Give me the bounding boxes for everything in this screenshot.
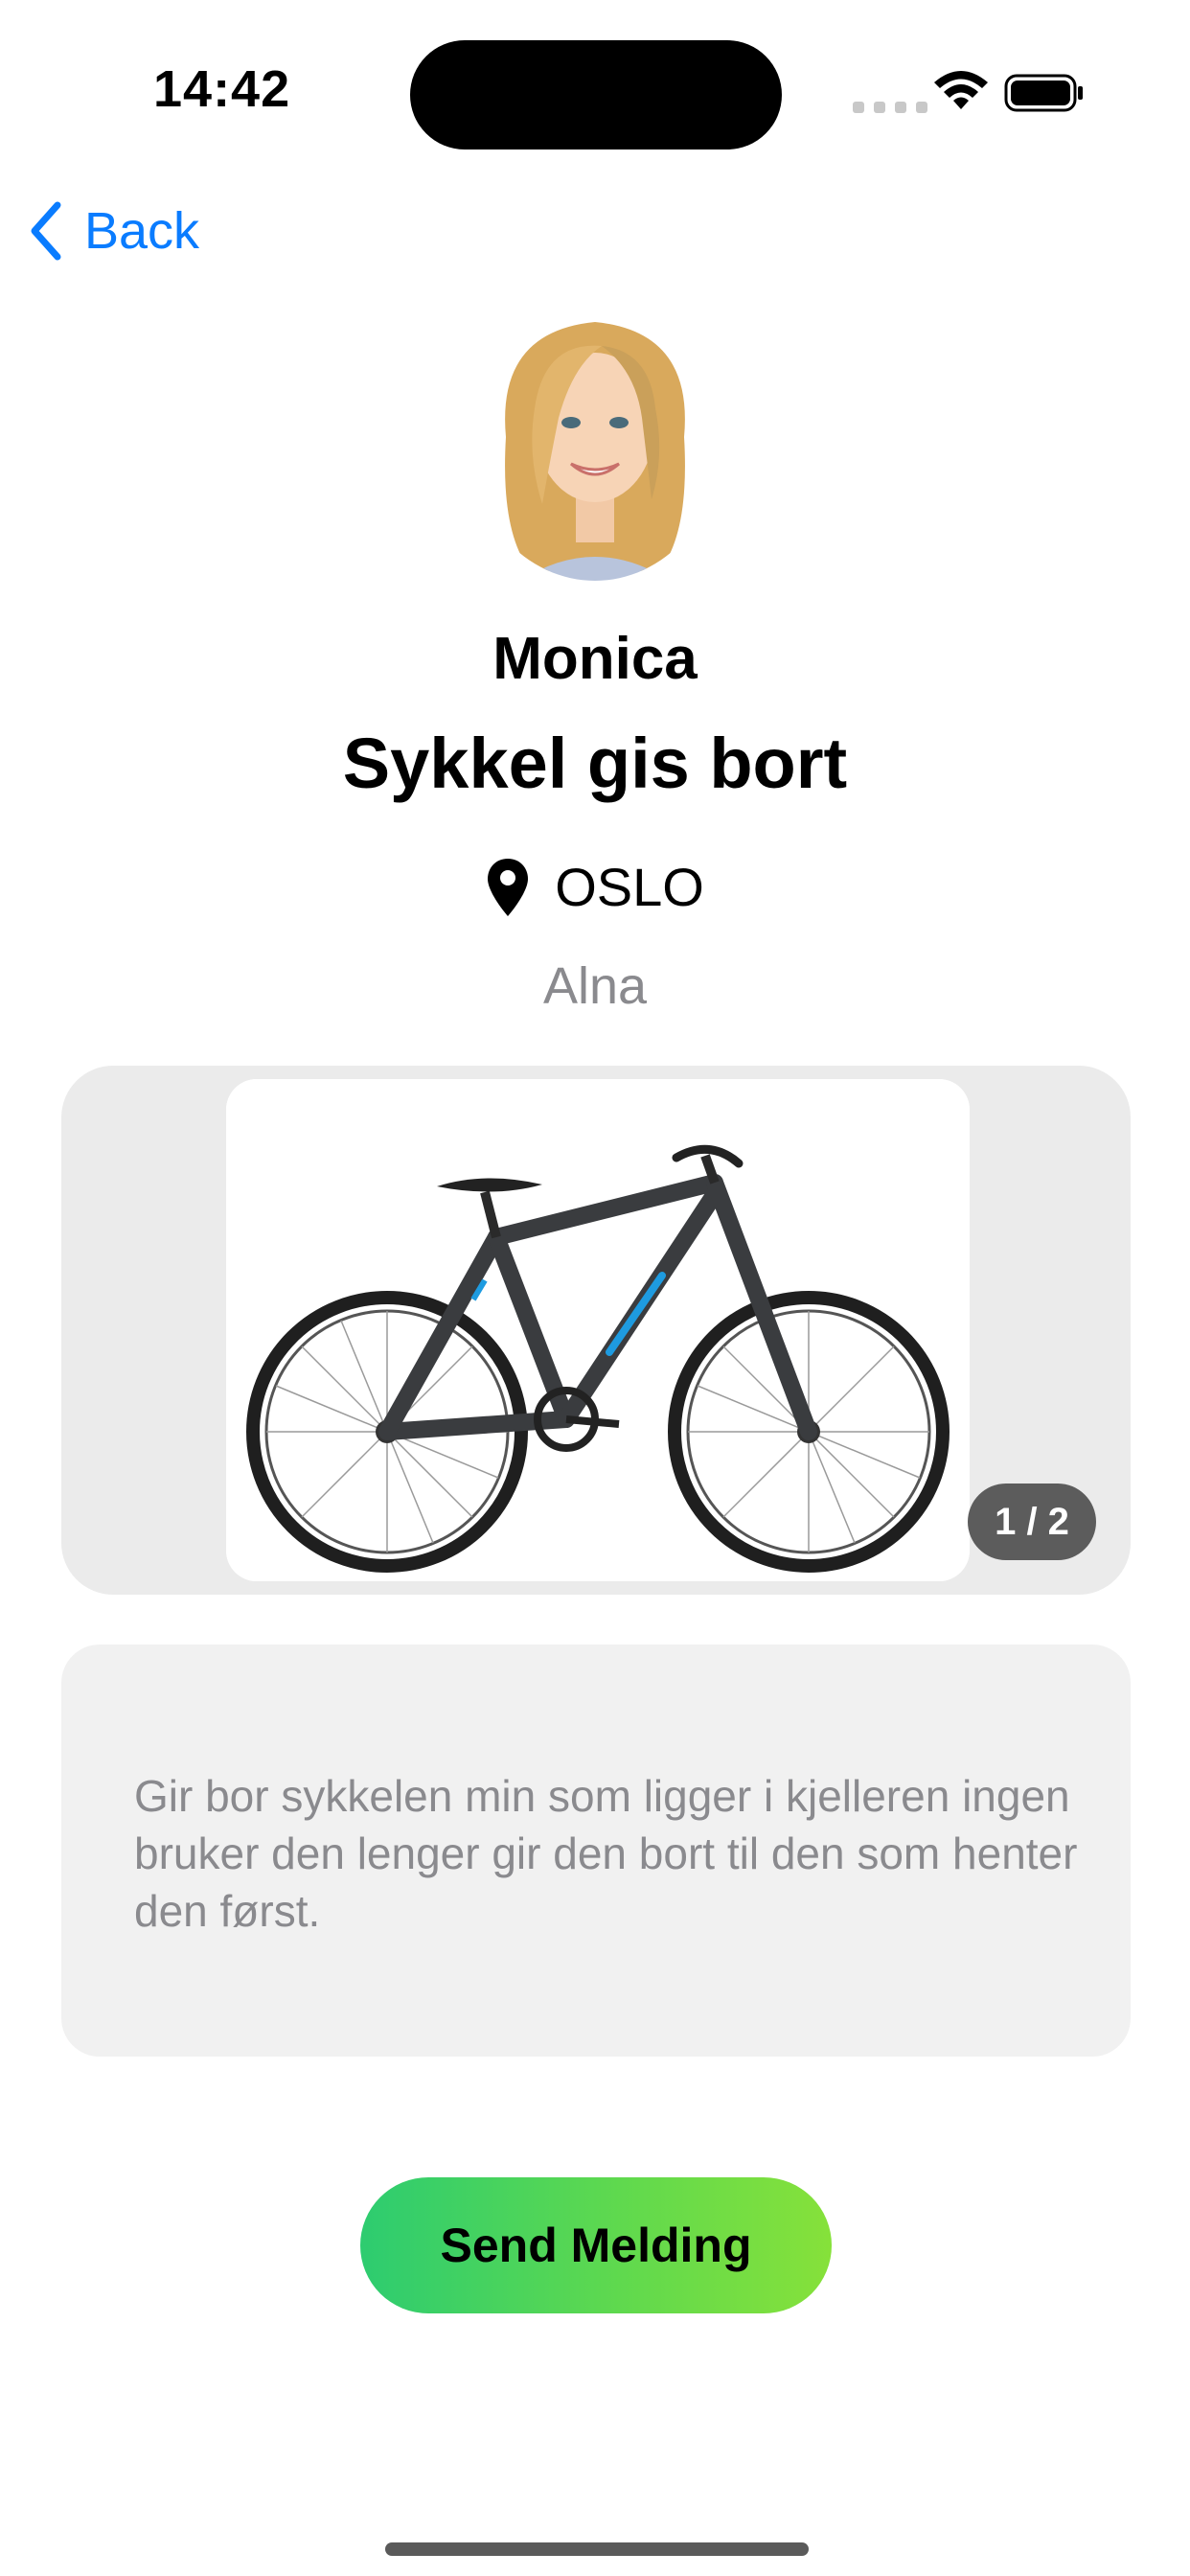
dynamic-island bbox=[410, 40, 782, 150]
city-label: OSLO bbox=[555, 857, 704, 917]
location-row: OSLO bbox=[0, 857, 1190, 918]
seller-name: Monica bbox=[492, 626, 698, 692]
battery-icon bbox=[1004, 74, 1083, 112]
back-button[interactable]: Back bbox=[27, 197, 199, 264]
image-carousel[interactable]: 1 / 2 bbox=[61, 1066, 1131, 1595]
description-text: Gir bor sykkelen min som ligger i kjelle… bbox=[134, 1771, 1078, 1936]
back-label: Back bbox=[84, 202, 200, 260]
home-indicator[interactable] bbox=[385, 2542, 809, 2556]
description-card: Gir bor sykkelen min som ligger i kjelle… bbox=[61, 1644, 1131, 2057]
send-message-button[interactable]: Send Melding bbox=[360, 2177, 832, 2313]
chevron-left-icon bbox=[31, 201, 61, 261]
district-label: Alna bbox=[542, 957, 648, 1015]
location-pin-icon bbox=[488, 859, 529, 916]
cellular-signal-icon bbox=[853, 102, 927, 113]
image-page-counter: 1 / 2 bbox=[968, 1484, 1096, 1560]
status-time: 14:42 bbox=[153, 60, 291, 118]
avatar bbox=[468, 293, 722, 581]
listing-title: Sykkel gis bort bbox=[342, 724, 848, 803]
wifi-icon bbox=[934, 71, 988, 109]
listing-photo[interactable] bbox=[226, 1079, 970, 1581]
